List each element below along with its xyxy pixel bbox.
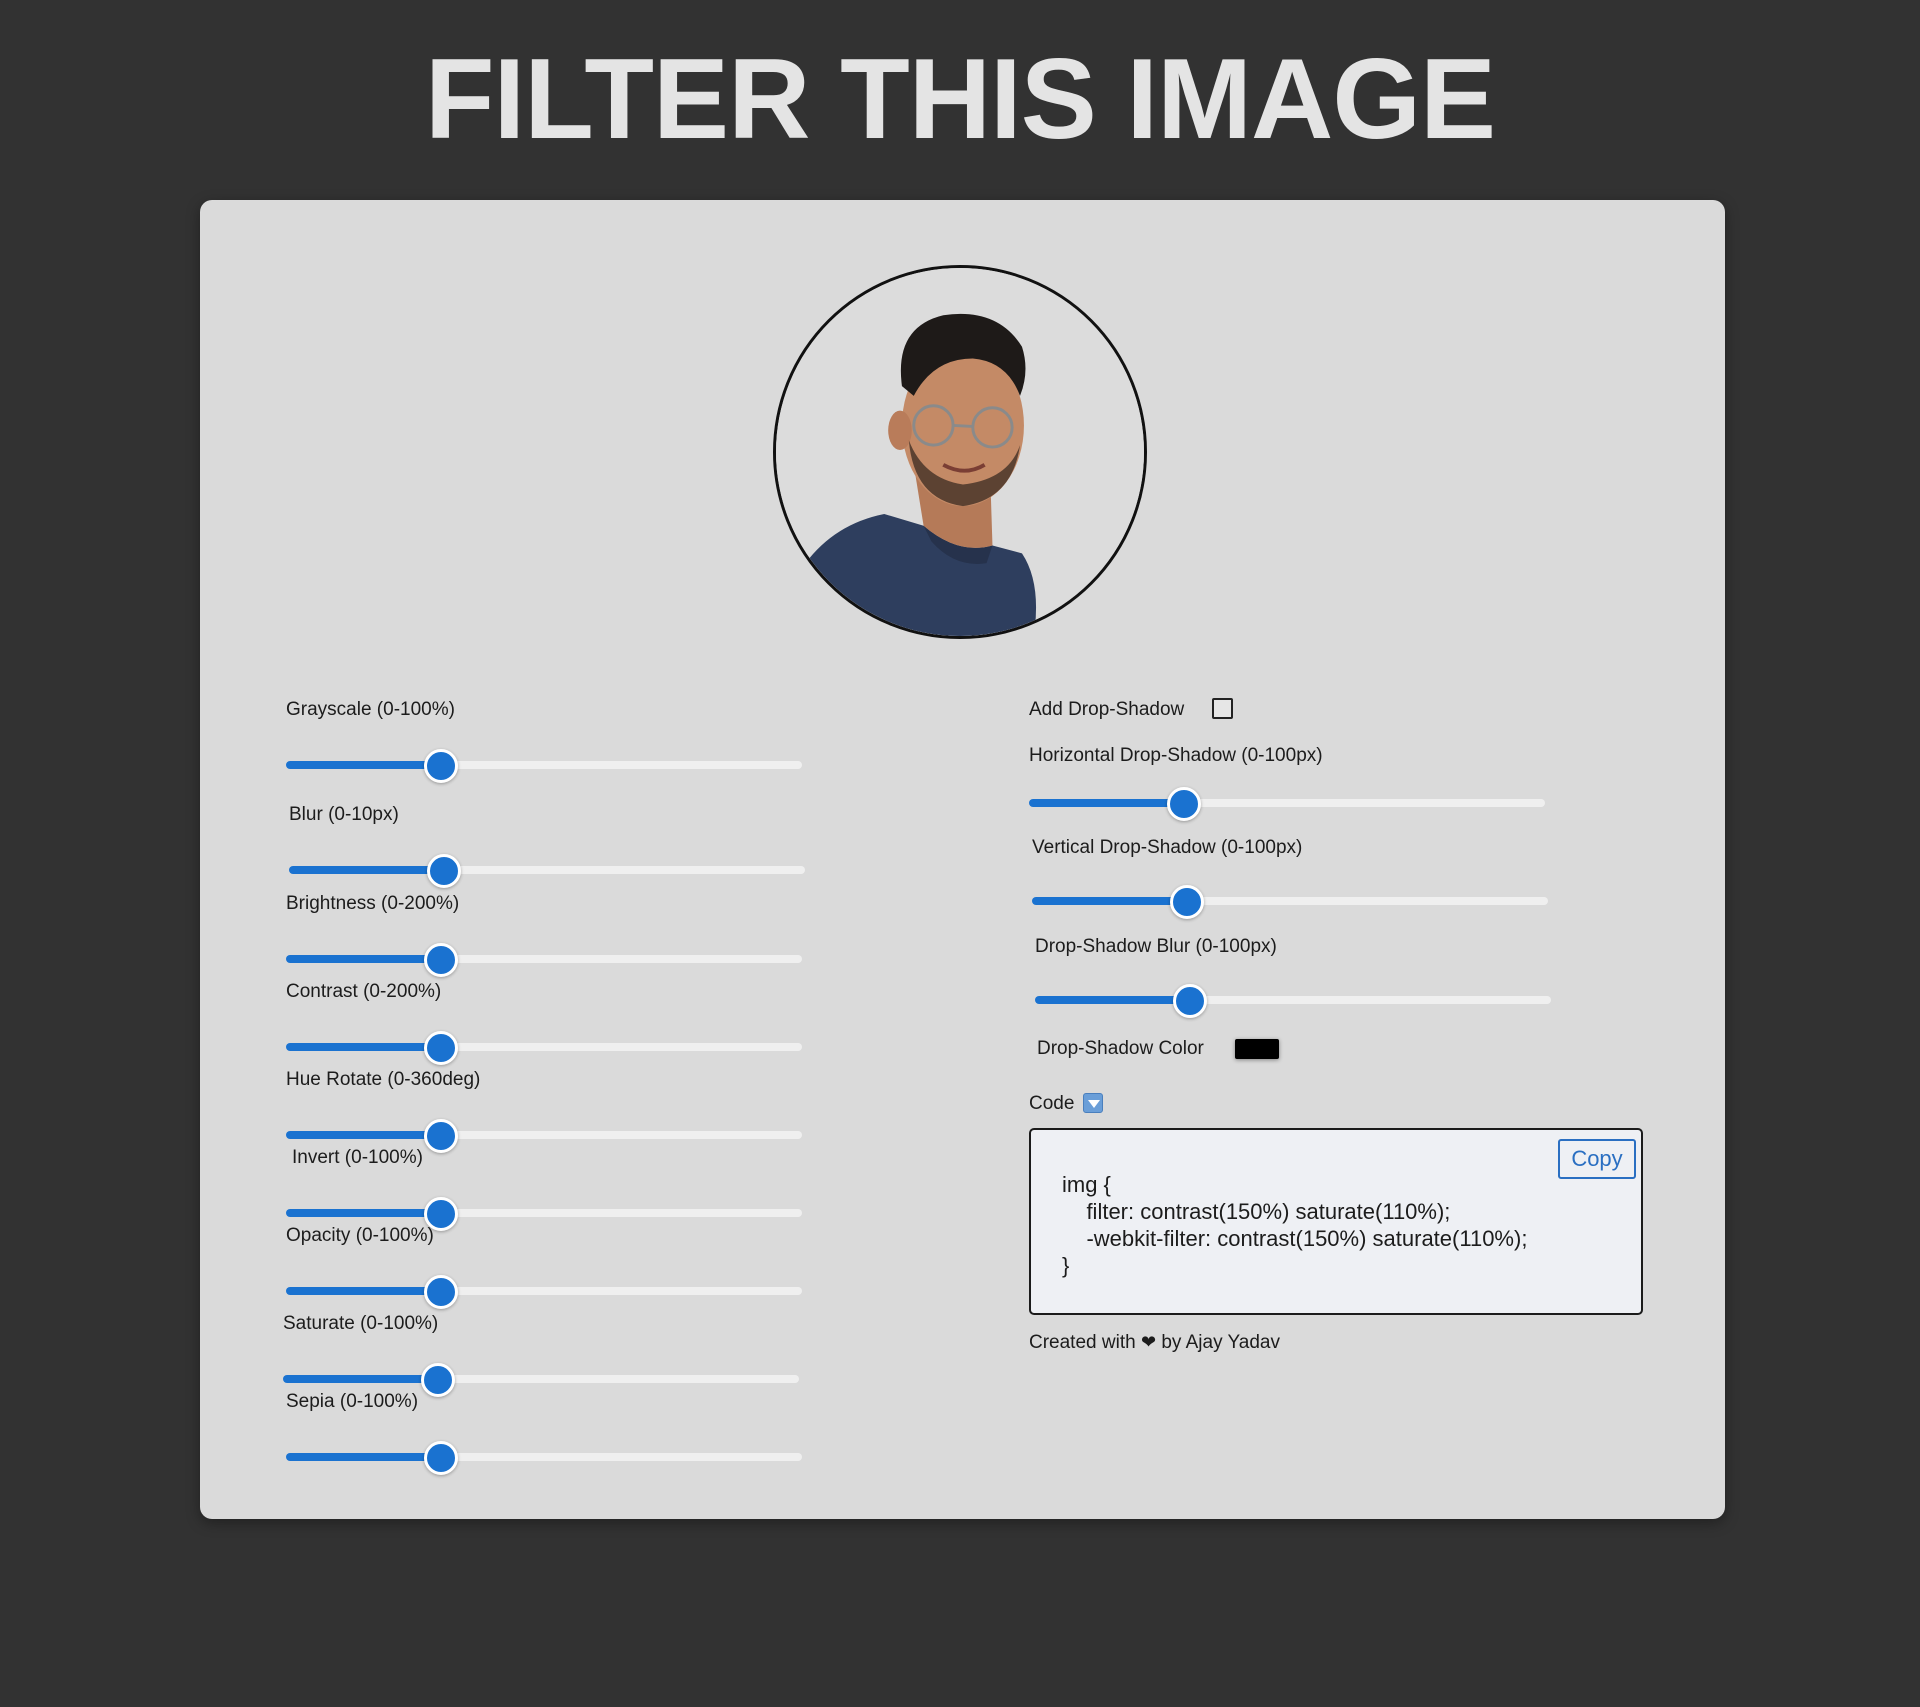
contrast-label: Contrast (0-200%) [286,981,442,1002]
slider-thumb[interactable] [426,854,461,888]
code-box: img { filter: contrast(150%) saturate(11… [1029,1128,1643,1315]
slider-thumb[interactable] [423,1275,458,1309]
slider-thumb[interactable] [423,1031,458,1065]
credit-prefix: Created with [1029,1332,1136,1353]
hue-rotate-label: Hue Rotate (0-360deg) [286,1069,481,1090]
slider-thumb[interactable] [1172,984,1207,1018]
vertical-drop-shadow-slider[interactable] [1032,885,1548,919]
blur-slider[interactable] [289,854,805,888]
code-text: img { filter: contrast(150%) saturate(11… [1062,1172,1528,1278]
slider-thumb[interactable] [420,1363,455,1397]
contrast-slider[interactable] [286,1031,802,1065]
grayscale-slider[interactable] [286,749,802,783]
horizontal-drop-shadow-label: Horizontal Drop-Shadow (0-100px) [1029,745,1323,766]
slider-fill [286,1209,441,1217]
add-drop-shadow-label: Add Drop-Shadow [1029,699,1185,720]
filter-card: Grayscale (0-100%) Blur (0-10px) Brightnes… [200,200,1725,1519]
slider-fill [283,1375,438,1383]
horizontal-drop-shadow-slider[interactable] [1029,787,1545,821]
person-photo-icon [776,268,1144,636]
slider-thumb[interactable] [423,1441,458,1475]
slider-fill [1032,897,1187,905]
brightness-slider[interactable] [286,943,802,977]
sepia-slider[interactable] [286,1441,802,1475]
credit: Created with ❤ by Ajay Yadav [1029,1330,1280,1355]
grayscale-label: Grayscale (0-100%) [286,699,455,720]
slider-fill [286,1131,441,1139]
slider-fill [286,1043,441,1051]
slider-fill [1035,996,1190,1004]
page-title: FILTER THIS IMAGE [424,36,1496,163]
slider-fill [286,1287,441,1295]
drop-shadow-color-picker[interactable] [1235,1039,1279,1059]
sepia-label: Sepia (0-100%) [286,1391,419,1412]
drop-shadow-color-label: Drop-Shadow Color [1037,1038,1204,1059]
slider-fill [286,1453,441,1461]
slider-fill [286,955,441,963]
blur-label: Blur (0-10px) [289,804,399,825]
credit-suffix: by Ajay Yadav [1161,1332,1280,1353]
brightness-label: Brightness (0-200%) [286,893,460,914]
vertical-drop-shadow-label: Vertical Drop-Shadow (0-100px) [1032,837,1303,858]
drop-shadow-blur-label: Drop-Shadow Blur (0-100px) [1035,936,1277,957]
opacity-slider[interactable] [286,1275,802,1309]
saturate-label: Saturate (0-100%) [283,1313,439,1334]
invert-label: Invert (0-100%) [292,1147,423,1168]
opacity-label: Opacity (0-100%) [286,1225,434,1246]
drop-shadow-blur-slider[interactable] [1035,984,1551,1018]
slider-thumb[interactable] [423,943,458,977]
code-label: Code [1029,1093,1075,1114]
slider-thumb[interactable] [1169,885,1204,919]
slider-fill [1029,799,1184,807]
slider-thumb[interactable] [1166,787,1201,821]
copy-button[interactable]: Copy [1558,1139,1636,1179]
add-drop-shadow-checkbox[interactable] [1212,698,1233,719]
arrow-down-square-icon[interactable] [1083,1093,1103,1113]
slider-thumb[interactable] [423,1119,458,1153]
avatar [773,265,1147,639]
slider-thumb[interactable] [423,749,458,783]
slider-fill [286,761,441,769]
heart-icon: ❤ [1140,1332,1157,1352]
slider-fill [289,866,444,874]
